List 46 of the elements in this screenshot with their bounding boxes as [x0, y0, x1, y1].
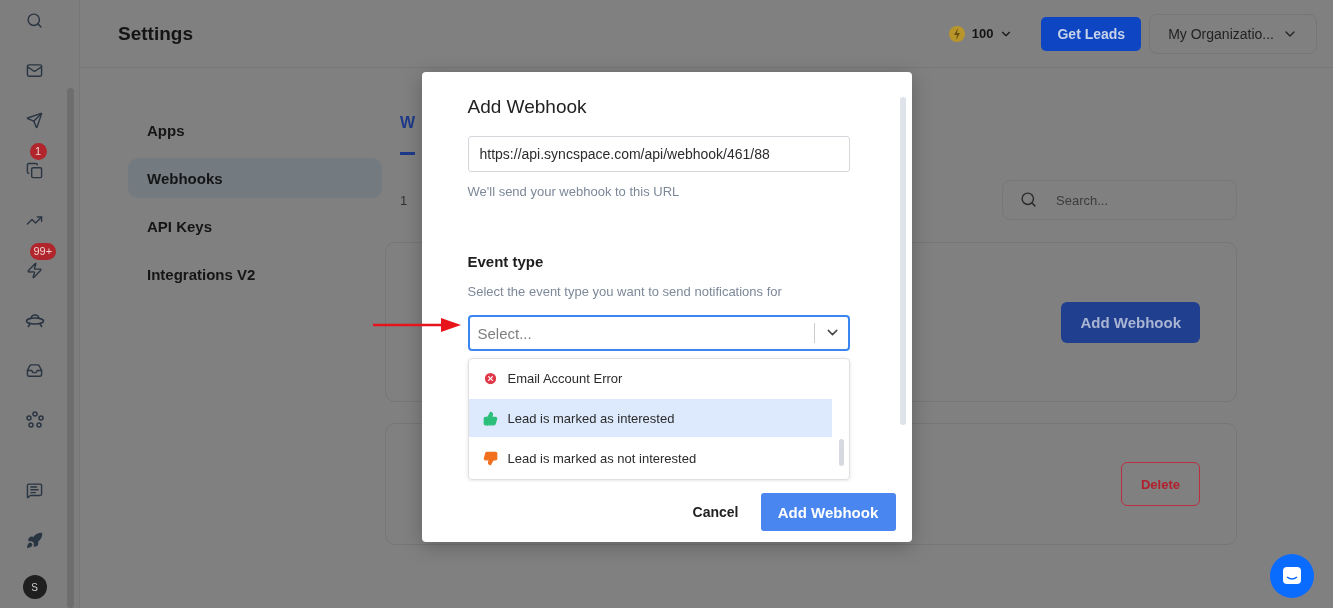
organization-dropdown[interactable]: My Organizatio... [1149, 13, 1317, 54]
user-avatar[interactable]: S [22, 575, 47, 599]
chat-icon [1282, 566, 1302, 586]
event-type-select[interactable]: Select... [467, 315, 850, 351]
dialog-title: Add Webhook [467, 96, 588, 118]
rocket-icon [26, 531, 43, 549]
cancel-button[interactable]: Cancel [686, 503, 745, 521]
webhook-count: 1 [400, 192, 408, 208]
url-hint: We'll send your webhook to this URL [467, 184, 681, 199]
dots-icon [25, 411, 44, 429]
notification-badge: 99+ [29, 243, 57, 260]
event-type-option[interactable]: Lead is marked as interested [468, 399, 832, 437]
settings-nav-item[interactable]: Apps [128, 110, 382, 150]
add-webhook-button[interactable]: Add Webhook [1061, 301, 1200, 343]
tab[interactable]: W [400, 110, 416, 155]
error-icon [482, 370, 498, 386]
event-type-option[interactable]: Email Account Error [468, 359, 832, 397]
mail-icon [26, 61, 43, 79]
event-type-option[interactable]: Lead is marked as not interested [468, 439, 832, 477]
search-icon [1020, 191, 1037, 208]
ufo-icon [24, 311, 45, 329]
chat-icon [26, 481, 43, 499]
settings-nav-item[interactable]: Webhooks [128, 158, 382, 198]
get-leads-button[interactable]: Get Leads [1041, 16, 1142, 51]
inbox-icon [26, 361, 43, 379]
copy-icon [26, 161, 43, 179]
thumbs-down-icon [482, 450, 498, 466]
settings-nav-item[interactable]: Integrations V2 [128, 254, 382, 294]
search-icon [26, 11, 43, 29]
send-icon [26, 111, 43, 129]
event-type-hint: Select the event type you want to send notifications for [467, 284, 783, 299]
settings-nav-item[interactable]: API Keys [128, 206, 382, 246]
coin-icon [947, 24, 966, 43]
chat-launcher[interactable] [1270, 554, 1314, 598]
lightning-icon [26, 261, 43, 279]
event-type-label: Event type [467, 253, 545, 270]
credits-count: 100 [971, 26, 994, 41]
scrollbar[interactable] [838, 439, 844, 466]
page-title: Settings [118, 22, 194, 45]
search-field[interactable]: Search... [1002, 180, 1237, 220]
credits-button[interactable]: 100 [947, 24, 1014, 43]
add-webhook-button[interactable]: Add Webhook [760, 493, 896, 531]
url-field[interactable]: https://api.syncspace.com/api/webhook/461/88 [467, 136, 850, 172]
notification-badge: 1 [29, 143, 47, 160]
scrollbar[interactable] [899, 97, 906, 425]
thumbs-up-icon [482, 410, 498, 426]
